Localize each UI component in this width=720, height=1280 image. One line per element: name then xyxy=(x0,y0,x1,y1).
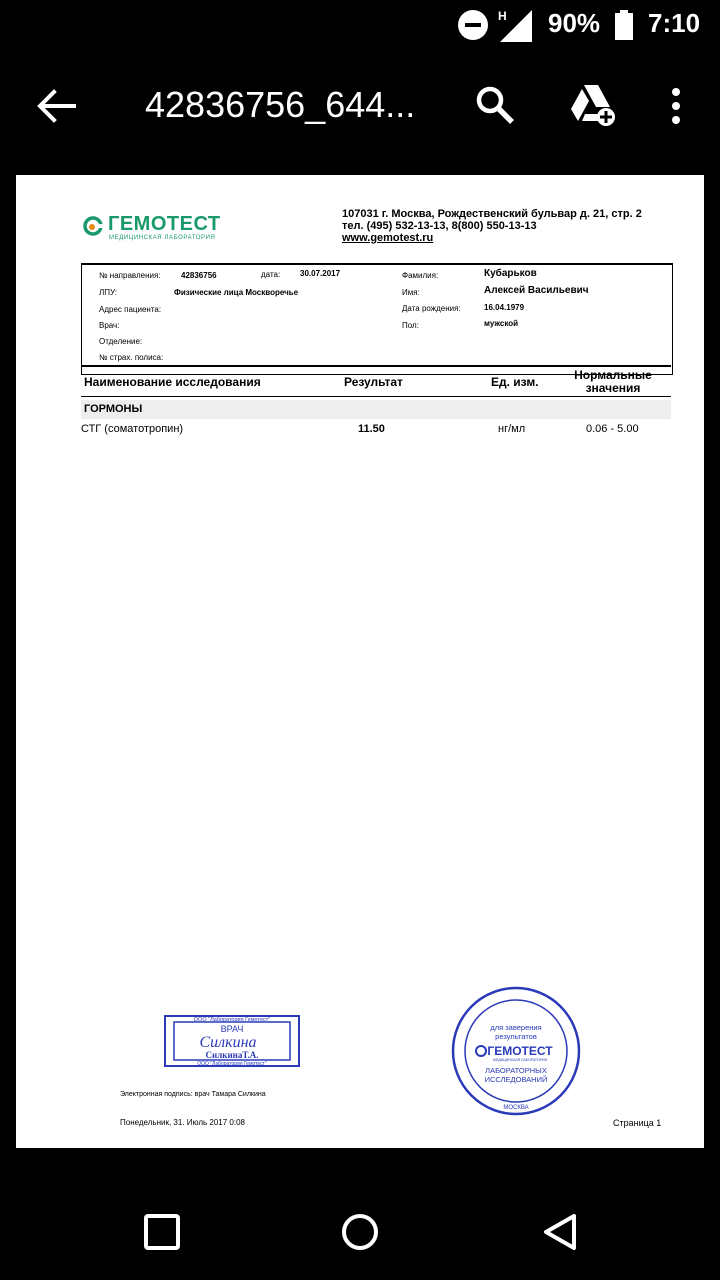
stamp-rect-name: СилкинаТ.А. xyxy=(206,1050,259,1060)
lpu-label: ЛПУ: xyxy=(99,288,118,297)
electronic-signature: Электронная подпись: врач Тамара Силкина xyxy=(120,1091,266,1098)
col-norm-header-line2: значения xyxy=(585,381,641,395)
name-value: Алексей Васильевич xyxy=(484,285,589,296)
stamp-rect-bottom: ООО "Лаборатория Гемотест" xyxy=(197,1061,267,1067)
date-value: 30.07.2017 xyxy=(300,269,341,278)
results-table-header: Наименование исследования Результат Ед. … xyxy=(81,365,671,397)
document-title: 42836756_644... xyxy=(145,84,416,125)
battery-percent: 90% xyxy=(548,8,601,38)
back-nav-icon[interactable] xyxy=(540,1212,580,1252)
cell-norm: 0.06 - 5.00 xyxy=(586,423,639,435)
document-page[interactable]: ГЕМОТЕСТ МЕДИЦИНСКАЯ ЛАБОРАТОРИЯ 107031 … xyxy=(16,175,704,1148)
department-label: Отделение: xyxy=(99,337,143,346)
stamp-rect-title: ВРАЧ xyxy=(221,1024,244,1034)
col-unit-header: Ед. изм. xyxy=(491,375,539,389)
network-type: H xyxy=(498,9,507,23)
logo-mark-icon xyxy=(83,216,103,236)
sex-value: мужской xyxy=(484,319,519,328)
do-not-disturb-icon xyxy=(458,10,488,40)
status-bar: H 90% 7:10 xyxy=(0,0,720,50)
laboratory-seal: для заверения результатов ГЕМОТЕСТ МЕДИЦ… xyxy=(451,986,581,1116)
seal-line4: ИССЛЕДОВАНИЙ xyxy=(485,1075,548,1084)
logo-tagline: МЕДИЦИНСКАЯ ЛАБОРАТОРИЯ xyxy=(109,235,216,241)
seal-line2: результатов xyxy=(495,1032,537,1041)
section-title: ГОРМОНЫ xyxy=(84,403,143,415)
patient-info-box: № направления: 42836756 дата: 30.07.2017… xyxy=(81,263,673,375)
patient-address-label: Адрес пациента: xyxy=(99,305,162,314)
cell-test: СТГ (соматотропин) xyxy=(81,423,184,435)
search-icon[interactable] xyxy=(474,84,516,126)
printed-date: Понедельник, 31. Июль 2017 0:08 xyxy=(120,1118,245,1127)
dob-value: 16.04.1979 xyxy=(484,303,525,312)
back-arrow-icon[interactable] xyxy=(34,84,78,128)
doctor-stamp: ООО "Лаборатория Гемотест" ВРАЧ Силкина … xyxy=(164,1015,300,1067)
stamp-signature: Силкина xyxy=(199,1034,256,1051)
cell-result: 11.50 xyxy=(358,423,385,435)
home-icon[interactable] xyxy=(340,1212,380,1252)
logo-text: ГЕМОТЕСТ xyxy=(108,213,221,235)
seal-brand: ГЕМОТЕСТ xyxy=(487,1044,553,1058)
sex-label: Пол: xyxy=(402,321,419,330)
date-label: дата: xyxy=(261,270,281,279)
lab-website[interactable]: www.gemotest.ru xyxy=(342,232,642,244)
name-label: Имя: xyxy=(402,288,420,297)
referral-value: 42836756 xyxy=(181,271,217,280)
referral-label: № направления: xyxy=(99,271,161,280)
cell-unit: нг/мл xyxy=(498,423,526,435)
policy-label: № страх. полиса: xyxy=(99,353,164,362)
dob-label: Дата рождения: xyxy=(402,304,461,313)
seal-line3: ЛАБОРАТОРНЫХ xyxy=(485,1066,547,1075)
doctor-label: Врач: xyxy=(99,321,120,330)
navigation-bar xyxy=(0,1160,720,1280)
signal-icon: H xyxy=(498,9,532,42)
recents-icon[interactable] xyxy=(142,1212,182,1252)
table-section-row: ГОРМОНЫ xyxy=(81,400,671,419)
col-result-header: Результат xyxy=(344,375,403,389)
add-to-drive-icon[interactable] xyxy=(568,83,616,127)
col-norm-header: Нормальные значения xyxy=(558,369,668,395)
seal-line1: для заверения xyxy=(490,1023,541,1032)
lpu-value: Физические лица Москворечье xyxy=(174,288,299,297)
lab-phones: тел. (495) 532-13-13, 8(800) 550-13-13 xyxy=(342,220,537,232)
more-options-icon[interactable] xyxy=(664,84,688,128)
surname-value: Кубарьков xyxy=(484,268,537,279)
app-bar: 42836756_644... xyxy=(0,50,720,162)
stamp-rect-top: ООО "Лаборатория Гемотест" xyxy=(194,1017,271,1023)
battery-icon xyxy=(615,10,633,40)
seal-city: МОСКВА xyxy=(503,1105,528,1111)
col-test-header: Наименование исследования xyxy=(84,375,261,389)
page-number: Страница 1 xyxy=(613,1118,662,1128)
seal-tagline: МЕДИЦИНСКАЯ ЛАБОРАТОРИЯ xyxy=(493,1058,547,1062)
lab-contacts: 107031 г. Москва, Рождественский бульвар… xyxy=(342,208,642,244)
surname-label: Фамилия: xyxy=(402,271,439,280)
lab-address: 107031 г. Москва, Рождественский бульвар… xyxy=(342,208,642,220)
clock: 7:10 xyxy=(648,8,701,38)
